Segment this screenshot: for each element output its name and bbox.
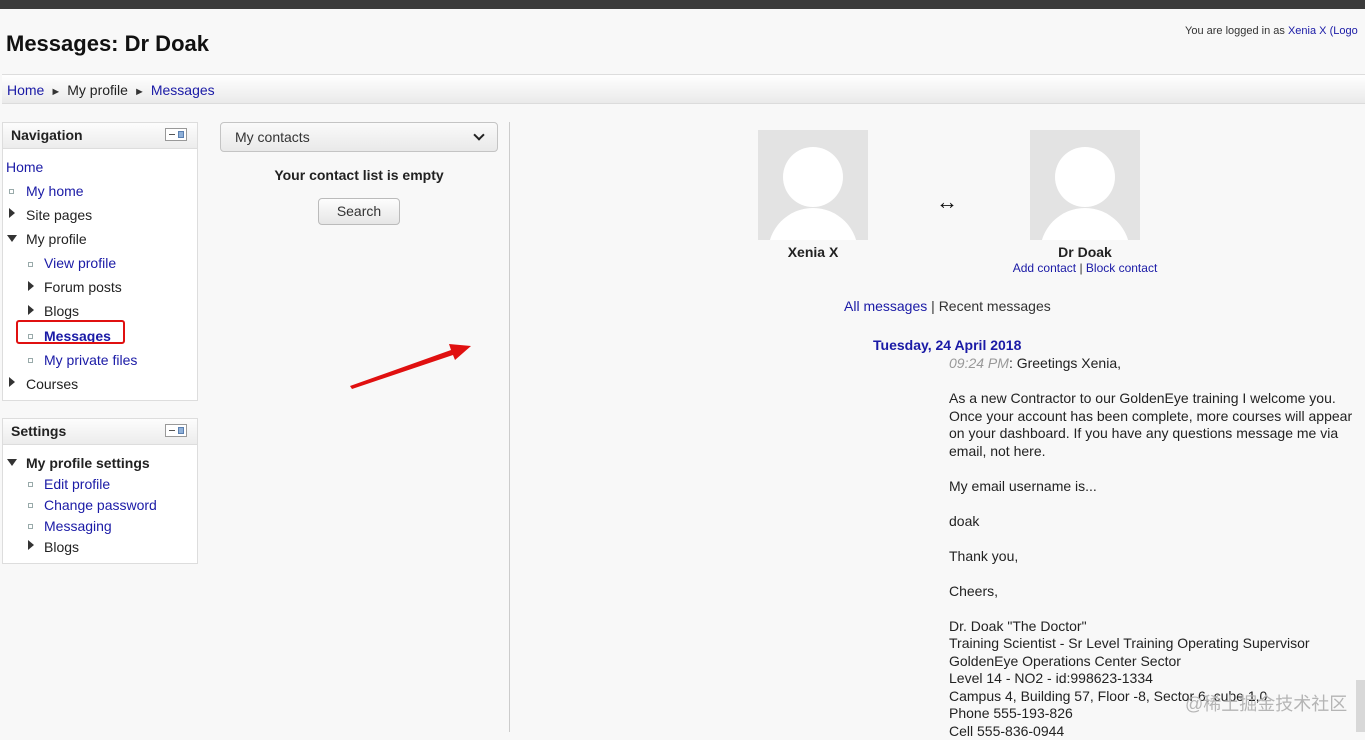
tabs-separator: | [931, 298, 935, 314]
signature-line: Training Scientist - Sr Level Training O… [949, 635, 1361, 653]
bullet-icon [28, 358, 33, 363]
signature-line: GoldenEye Operations Center Sector [949, 653, 1361, 671]
login-prefix: You are logged in as [1185, 25, 1285, 37]
bullet-icon [28, 503, 33, 508]
dock-block-icon[interactable] [165, 128, 187, 141]
nav-private-files-link[interactable]: My private files [44, 352, 137, 368]
bullet-icon [28, 482, 33, 487]
nav-view-profile-link[interactable]: View profile [44, 255, 116, 271]
settings-block-header: Settings [3, 419, 197, 445]
breadcrumb: Home ► My profile ► Messages [2, 74, 1365, 104]
expand-arrow-icon[interactable] [9, 208, 15, 218]
avatar-head [1055, 147, 1115, 207]
nav-item-forum-posts[interactable]: Forum posts [44, 279, 122, 295]
bullet-icon [9, 189, 14, 194]
signature-line: Dr. Doak "The Doctor" [949, 618, 1361, 636]
message-view-tabs: All messages | Recent messages [844, 298, 1051, 314]
avatar-body [1040, 208, 1130, 240]
nav-item-my-profile[interactable]: My profile [26, 231, 87, 247]
red-highlight-box [16, 320, 125, 344]
scrollbar[interactable] [1356, 680, 1365, 732]
breadcrumb-my-profile: My profile [67, 82, 128, 98]
settings-item-edit-profile[interactable]: Edit profile [44, 476, 110, 492]
nav-home-link[interactable]: Home [6, 159, 43, 175]
red-annotation-arrow-icon [345, 338, 475, 393]
search-button[interactable]: Search [318, 198, 400, 225]
actions-separator: | [1079, 261, 1082, 275]
avatar-body [768, 208, 858, 240]
contacts-select-value: My contacts [235, 129, 310, 145]
navigation-title: Navigation [11, 127, 83, 143]
breadcrumb-separator: ► [134, 86, 145, 98]
logged-in-user-link[interactable]: Xenia X [1288, 25, 1327, 37]
nav-my-home-link[interactable]: My home [26, 183, 84, 199]
expand-arrow-icon[interactable] [9, 377, 15, 387]
browser-top-strip [0, 0, 1365, 9]
breadcrumb-messages[interactable]: Messages [151, 82, 215, 98]
chevron-down-icon [473, 129, 484, 140]
page-title: Messages: Dr Doak [6, 31, 209, 57]
nav-item-home[interactable]: Home [6, 159, 43, 175]
settings-item-messaging[interactable]: Messaging [44, 518, 112, 534]
message-paragraph: As a new Contractor to our GoldenEye tra… [949, 390, 1361, 460]
add-contact-link[interactable]: Add contact [1013, 261, 1076, 275]
watermark: @稀土掘金技术社区 [1185, 690, 1347, 716]
bullet-icon [28, 524, 33, 529]
message-greeting: : Greetings Xenia, [1009, 355, 1121, 371]
settings-item-my-profile-settings[interactable]: My profile settings [26, 455, 150, 471]
user-name-left: Xenia X [733, 244, 893, 260]
logout-link[interactable]: (Logo [1330, 25, 1358, 37]
nav-item-blogs[interactable]: Blogs [44, 303, 79, 319]
login-info: You are logged in as Xenia X (Logo [1185, 25, 1358, 37]
column-divider [509, 122, 510, 732]
signature-line: Cell 555-836-0944 [949, 723, 1361, 740]
message-date: Tuesday, 24 April 2018 [873, 337, 1021, 353]
contacts-select[interactable]: My contacts [220, 122, 498, 152]
message-paragraph: Cheers, [949, 583, 1361, 601]
recent-messages-label: Recent messages [939, 298, 1051, 314]
contact-list-empty-text: Your contact list is empty [220, 167, 498, 183]
block-contact-link[interactable]: Block contact [1086, 261, 1157, 275]
avatar-doak[interactable] [1030, 130, 1140, 240]
edit-profile-link[interactable]: Edit profile [44, 476, 110, 492]
change-password-link[interactable]: Change password [44, 497, 157, 513]
message-body: 09:24 PM: Greetings Xenia, As a new Cont… [949, 355, 1361, 740]
navigation-block-header: Navigation [3, 123, 197, 149]
settings-item-blogs[interactable]: Blogs [44, 539, 79, 555]
expand-arrow-icon[interactable] [28, 305, 34, 315]
breadcrumb-home[interactable]: Home [7, 82, 44, 98]
nav-item-site-pages[interactable]: Site pages [26, 207, 92, 223]
breadcrumb-separator: ► [50, 86, 61, 98]
expand-arrow-icon[interactable] [28, 540, 34, 550]
avatar-xenia[interactable] [758, 130, 868, 240]
avatar-head [783, 147, 843, 207]
nav-item-courses[interactable]: Courses [26, 376, 78, 392]
expand-arrow-icon[interactable] [28, 281, 34, 291]
message-paragraph: Thank you, [949, 548, 1361, 566]
contact-actions: Add contact | Block contact [980, 261, 1190, 275]
nav-item-my-home[interactable]: My home [26, 183, 84, 199]
bullet-icon [28, 262, 33, 267]
settings-title: Settings [11, 423, 66, 439]
swap-arrow-icon: ↔ [936, 189, 958, 215]
messaging-link[interactable]: Messaging [44, 518, 112, 534]
settings-item-change-password[interactable]: Change password [44, 497, 157, 513]
message-first-line: 09:24 PM: Greetings Xenia, [949, 355, 1361, 373]
collapse-arrow-icon[interactable] [7, 235, 17, 242]
message-paragraph: doak [949, 513, 1361, 531]
all-messages-link[interactable]: All messages [844, 298, 927, 314]
collapse-arrow-icon[interactable] [7, 459, 17, 466]
nav-item-view-profile[interactable]: View profile [44, 255, 116, 271]
nav-item-private-files[interactable]: My private files [44, 352, 137, 368]
message-paragraph: My email username is... [949, 478, 1361, 496]
signature-line: Level 14 - NO2 - id:998623-1334 [949, 670, 1361, 688]
message-time: 09:24 PM [949, 355, 1009, 371]
user-name-right: Dr Doak [1005, 244, 1165, 260]
dock-block-icon[interactable] [165, 424, 187, 437]
